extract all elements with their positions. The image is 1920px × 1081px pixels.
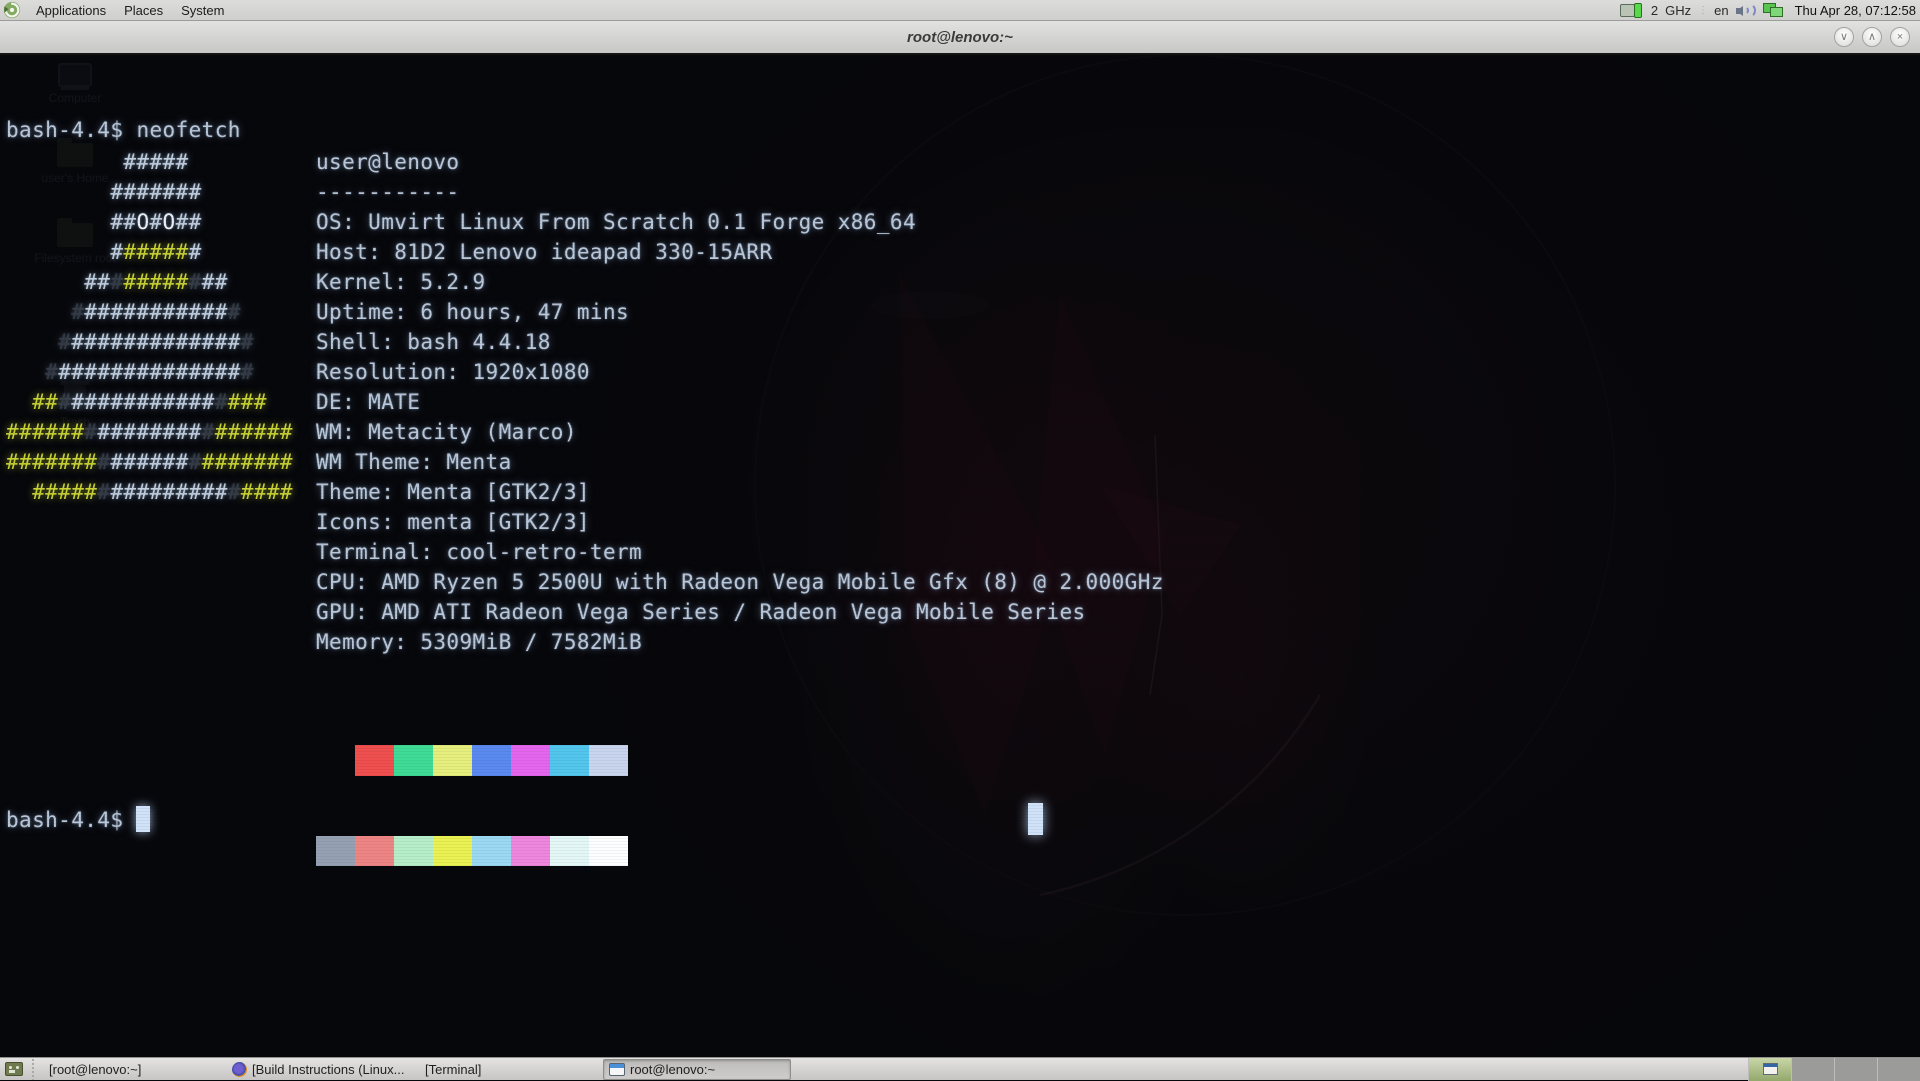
neofetch-field-icons: Icons: menta [GTK2/3]: [316, 507, 1164, 537]
workspace-2[interactable]: [1791, 1058, 1834, 1081]
terminal-cursor: [136, 806, 150, 832]
palette-swatch: [550, 745, 589, 776]
ascii-art-row: #######: [6, 177, 293, 207]
terminal-screen[interactable]: bash-4.4$ neofetch ##### ####### ##O#O##…: [0, 55, 1920, 1057]
neofetch-field-kernel: Kernel: 5.2.9: [316, 267, 1164, 297]
palette-swatch: [589, 836, 628, 866]
ascii-art-row: ###############: [6, 327, 293, 357]
ascii-art-row: ##################: [6, 387, 293, 417]
palette-swatch: [550, 836, 589, 866]
palette-swatch: [316, 745, 355, 776]
bottom-panel: [root@lenovo:~] [Build Instructions (Linu…: [0, 1057, 1920, 1080]
neofetch-separator: -----------: [316, 177, 1164, 207]
palette-swatch: [433, 836, 472, 866]
window-list-handle[interactable]: [29, 1059, 37, 1080]
menu-item-system[interactable]: System: [172, 0, 233, 21]
ascii-art-row: #####: [6, 147, 293, 177]
network-icon[interactable]: [1763, 2, 1785, 18]
neofetch-field-wm: WM: Metacity (Marco): [316, 417, 1164, 447]
menu-item-applications[interactable]: Applications: [27, 0, 115, 21]
top-panel: ApplicationsPlacesSystem 2 GHz ⋮ en Thu …: [0, 0, 1920, 21]
neofetch-field-shell: Shell: bash 4.4.18: [316, 327, 1164, 357]
neofetch-info: user@lenovo-----------OS: Umvirt Linux F…: [316, 147, 1164, 657]
workspace-window-thumb: [1763, 1063, 1778, 1075]
palette-swatch: [394, 836, 433, 866]
taskbar-window-label: [root@lenovo:~]: [49, 1062, 141, 1077]
workspace-switcher: [1748, 1058, 1920, 1081]
neofetch-field-de: DE: MATE: [316, 387, 1164, 417]
neofetch-field-memory: Memory: 5309MiB / 7582MiB: [316, 627, 1164, 657]
taskbar-window-button[interactable]: root@lenovo:~: [603, 1059, 791, 1080]
taskbar-window-button[interactable]: [Terminal]: [415, 1059, 603, 1080]
palette-swatch: [472, 745, 511, 776]
palette-swatch: [355, 836, 394, 866]
workspace-3[interactable]: [1834, 1058, 1877, 1081]
desktop: Computeruser's HomeFilesystem rootTrash …: [0, 55, 1920, 1057]
neofetch-field-gpu: GPU: AMD ATI Radeon Vega Series / Radeon…: [316, 597, 1164, 627]
neofetch-field-cpu: CPU: AMD Ryzen 5 2500U with Radeon Vega …: [316, 567, 1164, 597]
ascii-art-row: ####################: [6, 477, 293, 507]
mate-menu-icon[interactable]: [3, 1, 21, 19]
window-title: root@lenovo:~: [0, 29, 1920, 46]
neofetch-field-host: Host: 81D2 Lenovo ideapad 330-15ARR: [316, 237, 1164, 267]
command-line: bash-4.4$ neofetch: [6, 115, 241, 145]
ascii-art-row: ######################: [6, 417, 293, 447]
ascii-art-row: ###########: [6, 267, 293, 297]
clock[interactable]: Thu Apr 28, 07:12:58: [1795, 3, 1916, 18]
system-tray: 2 GHz ⋮ en Thu Apr 28, 07:12:58: [1620, 2, 1920, 18]
close-button[interactable]: ×: [1890, 27, 1910, 47]
palette-swatch: [589, 745, 628, 776]
neofetch-ascii-logo: ##### ####### ##O#O## ####### ##########…: [6, 147, 293, 507]
taskbar-window-label: root@lenovo:~: [630, 1062, 715, 1077]
cpu-frequency-unit[interactable]: GHz: [1665, 3, 1691, 18]
neofetch-color-palette: [316, 685, 628, 926]
cpu-frequency-value[interactable]: 2: [1651, 3, 1658, 18]
ascii-art-row: #############: [6, 297, 293, 327]
workspace-4[interactable]: [1877, 1058, 1920, 1081]
keyboard-layout-indicator[interactable]: en: [1714, 3, 1728, 18]
minimize-button[interactable]: ∨: [1834, 27, 1854, 47]
taskbar-window-label: [Build Instructions (Linux...: [252, 1062, 404, 1077]
palette-swatch: [433, 745, 472, 776]
neofetch-field-os: OS: Umvirt Linux From Scratch 0.1 Forge …: [316, 207, 1164, 237]
ascii-art-row: ################: [6, 357, 293, 387]
palette-swatch: [316, 836, 355, 866]
ascii-art-row: #######: [6, 237, 293, 267]
palette-swatch: [355, 745, 394, 776]
window-icon: [609, 1063, 625, 1076]
firefox-icon: [232, 1062, 247, 1077]
taskbar-window-button[interactable]: [root@lenovo:~]: [39, 1059, 227, 1080]
neofetch-field-wm-theme: WM Theme: Menta: [316, 447, 1164, 477]
neofetch-field-theme: Theme: Menta [GTK2/3]: [316, 477, 1164, 507]
menu-item-places[interactable]: Places: [115, 0, 172, 21]
terminal-titlebar[interactable]: root@lenovo:~ ∨ ∧ ×: [0, 21, 1920, 55]
show-desktop-icon: [5, 1062, 23, 1076]
palette-swatch: [511, 745, 550, 776]
show-desktop-button[interactable]: [1, 1059, 27, 1080]
neofetch-field-uptime: Uptime: 6 hours, 47 mins: [316, 297, 1164, 327]
ascii-art-row: ##O#O##: [6, 207, 293, 237]
shell-prompt: bash-4.4$: [6, 805, 150, 835]
maximize-button[interactable]: ∧: [1862, 27, 1882, 47]
neofetch-field-resolution: Resolution: 1920x1080: [316, 357, 1164, 387]
palette-swatch: [472, 836, 511, 866]
neofetch-user-host: user@lenovo: [316, 147, 1164, 177]
tray-handle: ⋮: [1698, 5, 1707, 16]
cpu-frequency-icon[interactable]: [1620, 3, 1644, 18]
workspace-1[interactable]: [1748, 1058, 1791, 1081]
volume-icon[interactable]: [1736, 3, 1756, 18]
ascii-art-row: ######################: [6, 447, 293, 477]
neofetch-field-terminal: Terminal: cool-retro-term: [316, 537, 1164, 567]
taskbar-window-button[interactable]: [Build Instructions (Linux...: [227, 1059, 415, 1080]
taskbar-window-label: [Terminal]: [425, 1062, 481, 1077]
palette-swatch: [511, 836, 550, 866]
palette-swatch: [394, 745, 433, 776]
ghost-cursor-artifact: [1028, 803, 1043, 835]
